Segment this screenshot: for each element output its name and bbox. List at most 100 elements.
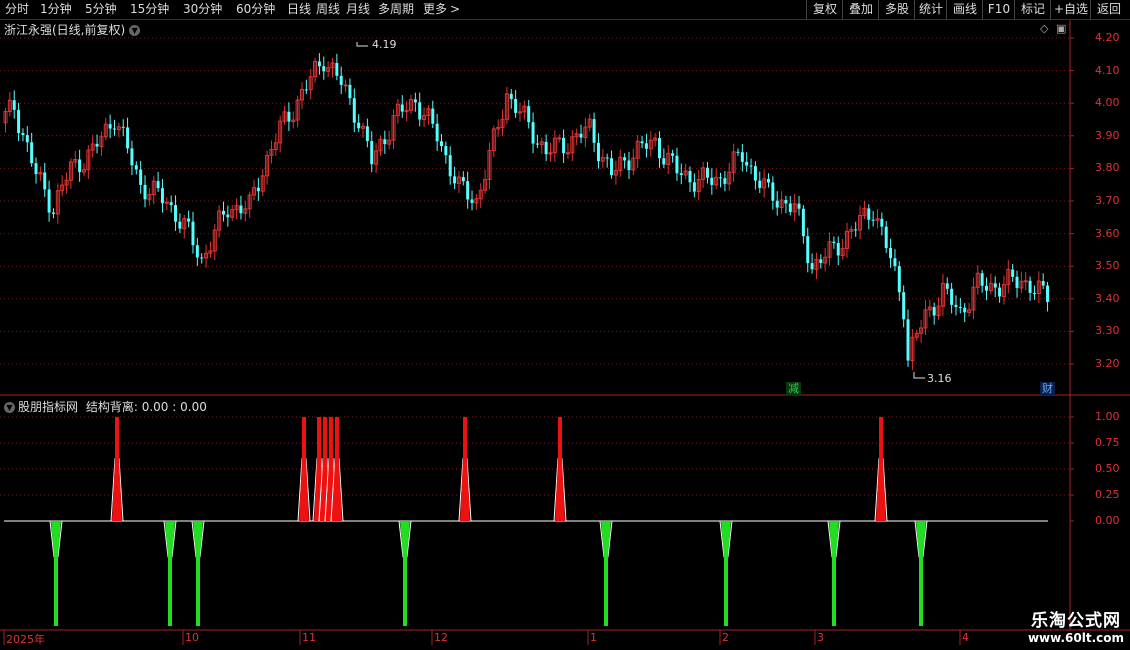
candle-body-down [771,182,775,201]
indicator-value-2: 0.00 [180,400,207,414]
candle-body-down [1041,281,1045,286]
indicator-tick-label: 1.00 [1095,410,1120,423]
time-axis-label: 2 [722,631,729,644]
price-tick-label: 4.00 [1095,96,1120,110]
candle-body-down [644,143,648,149]
financial-report-badge[interactable]: 财 [1040,382,1055,395]
time-axis-label: 4 [962,631,969,644]
candle-body-down [788,203,792,212]
low-marker [913,372,925,379]
candle-body-down [130,148,134,166]
indicator-value-sep: : [172,400,177,414]
candle-body-down [723,178,727,184]
divergence-down-bar [829,521,839,626]
candle-body-down [200,257,204,259]
indicator-label: 结构背离: [85,400,138,414]
indicator-tick-label: 0.75 [1095,436,1120,449]
candle-body-down [453,176,457,184]
time-axis-label: 10 [185,631,199,644]
candle-body-down [444,146,448,156]
candle-body-down [675,155,679,174]
diamond-icon[interactable]: ◇ [1040,22,1048,35]
candle-body-down [461,177,465,182]
candle-body-up [164,201,169,204]
price-tick-label: 4.10 [1095,63,1120,77]
candle-body-down [902,292,906,320]
candle-body-down [740,152,744,162]
candle-body-down [801,208,805,237]
candle-body-down [893,258,897,267]
candle-body-down [819,259,823,263]
candle-body-down [365,126,369,142]
candle-body-down [30,142,34,164]
candle-body-down [836,243,840,256]
kline-chart[interactable] [0,0,1130,650]
candle-body-down [993,283,997,288]
watermark-url: www.60lt.com [1027,631,1124,645]
panel-toggle-icon[interactable]: ▣ [1056,22,1066,35]
candle-body-down [906,319,910,361]
candle-body-down [627,160,631,171]
candle-body-down [527,106,531,123]
candle-body-down [985,285,988,291]
time-axis-label: 1 [590,631,597,644]
price-tick-label: 3.90 [1095,128,1120,142]
candle-body-down [352,98,356,123]
candle-body-down [370,141,374,165]
candle-body-down [980,273,984,286]
price-tick-label: 3.20 [1095,357,1120,370]
indicator-name: 股朋指标网 [18,400,79,414]
candle-body-down [169,202,173,206]
candle-body-down [51,212,55,214]
candle-body-down [592,119,596,143]
candle-body-down [113,128,116,130]
price-tick-label: 4.20 [1095,31,1120,44]
price-tick-label: 3.70 [1095,194,1120,207]
candle-body-down [958,306,962,308]
candle-body-down [126,127,130,149]
candle-body-down [880,218,884,227]
candle-body-down [195,245,199,258]
candle-body-down [998,287,1002,297]
candle-body-down [21,133,25,136]
candle-body-down [832,241,836,244]
candle-body-down [749,165,753,167]
candle-body-down [222,210,225,215]
divergence-down-bar [721,521,731,626]
candle-body-down [239,205,243,214]
high-price-label: 4.19 [372,38,397,51]
candle-body-down [187,218,191,222]
candle-body-down [767,178,770,183]
candle-body-down [174,205,178,222]
candle-body-down [758,180,762,188]
candle-body-down [605,157,609,159]
candle-body-down [383,139,387,145]
candle-body-down [95,143,99,147]
divergence-down-bar [51,521,61,626]
candle-body-down [963,307,967,313]
candle-body-up [565,152,570,155]
indicator-value-1: 0.00 [141,400,169,414]
candle-body-down [640,141,644,144]
candle-body-down [322,66,326,72]
candle-body-down [78,159,82,173]
candle-body-down [448,155,452,177]
candle-body-down [679,173,683,176]
divergence-down-bar [601,521,611,626]
time-axis-label: 12 [434,631,448,644]
candle-body-down [562,137,566,154]
candle-body-down [710,177,714,185]
candle-body-down [719,177,723,179]
candle-body-down [348,84,352,99]
candle-body-down [745,161,749,166]
reduce-holding-badge[interactable]: 减 [786,382,801,395]
candle-body-down [339,75,343,85]
candle-body-down [889,247,893,259]
candle-body-down [178,221,182,229]
candle-body-down [413,99,417,103]
price-tick-label: 3.50 [1095,259,1120,273]
candle-body-down [662,158,666,165]
indicator-menu-icon[interactable]: ▼ [4,402,15,413]
time-axis-label: 11 [302,631,316,644]
high-marker [356,42,368,47]
